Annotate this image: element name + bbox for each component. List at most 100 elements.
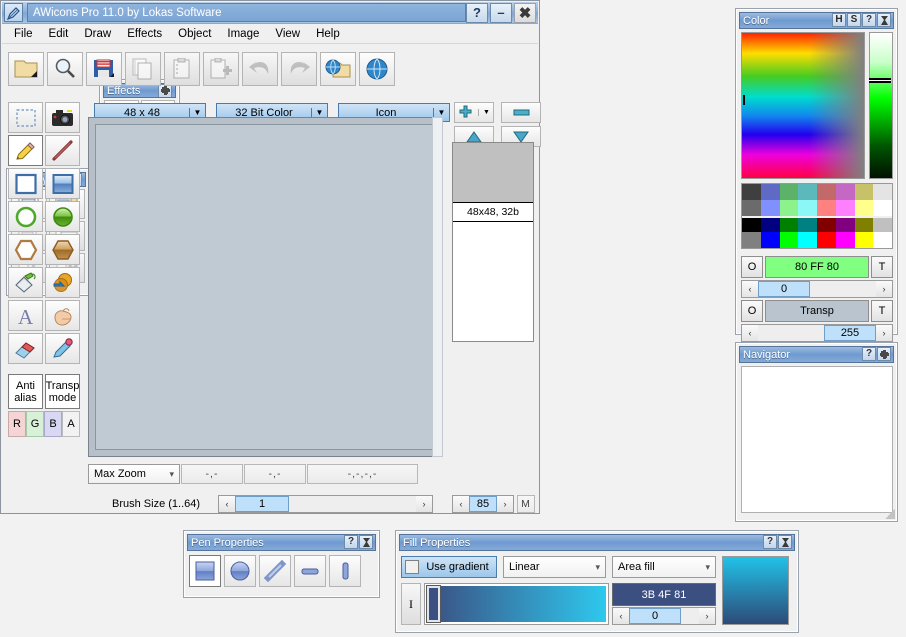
gradient-alpha-decrease[interactable]: ‹ xyxy=(613,608,629,624)
canvas-surface[interactable] xyxy=(95,124,436,450)
navigator-preview[interactable] xyxy=(741,366,893,513)
gradient-alpha-track[interactable]: 0 xyxy=(629,608,699,624)
menu-item-view[interactable]: View xyxy=(267,26,308,42)
pen-help-button[interactable]: ? xyxy=(344,535,358,549)
transp-mode-toggle[interactable]: Transp mode xyxy=(45,374,80,409)
brush-size-slider[interactable]: ‹ 1 › xyxy=(218,495,433,513)
tool-color-replace-tool[interactable] xyxy=(45,267,80,298)
color-luminance-bar[interactable] xyxy=(869,32,893,179)
tool-ellipse-filled-tool[interactable] xyxy=(45,201,80,232)
tool-fill-bucket-tool[interactable] xyxy=(8,267,43,298)
color-swatch[interactable] xyxy=(873,232,892,248)
tool-camera-capture-tool[interactable] xyxy=(45,102,80,133)
toolbar-zoom-icon[interactable] xyxy=(47,52,83,86)
opacity-mode-button[interactable]: M xyxy=(517,495,535,513)
minimize-button[interactable]: – xyxy=(490,3,512,23)
gradient-stop-handle[interactable] xyxy=(427,586,440,622)
menu-item-help[interactable]: Help xyxy=(308,26,348,42)
tool-select-rectangle-tool[interactable] xyxy=(8,102,43,133)
opacity-track[interactable]: 85 xyxy=(469,496,497,512)
background-opaque-button[interactable]: O xyxy=(741,300,763,322)
background-alpha-increase[interactable]: › xyxy=(876,325,892,341)
tool-smudge-tool[interactable] xyxy=(45,300,80,331)
tool-eraser-tool[interactable] xyxy=(8,333,43,364)
tool-ellipse-outline-tool[interactable] xyxy=(8,201,43,232)
zoom-combo[interactable]: Max Zoom ▾ xyxy=(88,464,180,484)
menu-item-object[interactable]: Object xyxy=(170,26,219,42)
brush-slider-track[interactable]: 1 xyxy=(235,496,416,512)
color-swatch[interactable] xyxy=(855,200,874,216)
color-swatch[interactable] xyxy=(780,216,799,232)
pen-shape-pen-square-shape[interactable] xyxy=(189,555,221,587)
color-swatches[interactable] xyxy=(741,183,893,249)
toolbar-paste-new-icon[interactable] xyxy=(203,52,239,86)
toolbar-web-folder-icon[interactable] xyxy=(320,52,356,86)
toolbar-paste-icon[interactable] xyxy=(164,52,200,86)
fill-help-button[interactable]: ? xyxy=(763,535,777,549)
color-swatch[interactable] xyxy=(855,184,874,200)
toolbar-copy-icon[interactable] xyxy=(125,52,161,86)
canvas-area[interactable] xyxy=(88,117,443,457)
toolbar-open-folder-icon[interactable] xyxy=(8,52,44,86)
anti-alias-toggle[interactable]: Anti alias xyxy=(8,374,43,409)
channel-toggle-a[interactable]: A xyxy=(62,411,80,437)
foreground-alpha-slider[interactable]: ‹ 0 › xyxy=(741,280,893,298)
canvas-vertical-scrollbar[interactable] xyxy=(432,117,443,457)
brush-increase-button[interactable]: › xyxy=(416,496,432,512)
toolbar-redo-icon[interactable] xyxy=(281,52,317,86)
opacity-spinner[interactable]: ‹ 85 › xyxy=(452,495,514,513)
foreground-opaque-button[interactable]: O xyxy=(741,256,763,278)
color-swatch[interactable] xyxy=(761,216,780,232)
color-titlebar[interactable]: Color H S ? xyxy=(739,12,894,29)
foreground-alpha-increase[interactable]: › xyxy=(876,281,892,297)
remove-frame-button[interactable] xyxy=(501,102,541,123)
background-alpha-slider[interactable]: ‹ 255 › xyxy=(741,324,893,342)
color-swatch[interactable] xyxy=(780,200,799,216)
add-frame-button[interactable]: ▼ xyxy=(454,102,494,123)
fill-collapse-button[interactable] xyxy=(778,535,792,549)
color-swatch[interactable] xyxy=(855,232,874,248)
gradient-stop-color[interactable]: 3B 4F 81 xyxy=(612,583,716,606)
color-swatch[interactable] xyxy=(798,200,817,216)
menu-item-edit[interactable]: Edit xyxy=(41,26,77,42)
tool-text-tool[interactable]: A xyxy=(8,300,43,331)
pen-titlebar[interactable]: Pen Properties ? xyxy=(187,534,376,551)
tool-rectangle-filled-tool[interactable] xyxy=(45,168,80,199)
foreground-alpha-decrease[interactable]: ‹ xyxy=(742,281,758,297)
color-swatch[interactable] xyxy=(873,184,892,200)
gradient-stop-alpha-slider[interactable]: ‹ 0 › xyxy=(612,607,716,625)
add-frame-chevron-down-icon[interactable]: ▼ xyxy=(478,109,490,116)
menu-item-draw[interactable]: Draw xyxy=(76,26,119,42)
color-swatch[interactable] xyxy=(798,216,817,232)
background-transparent-button[interactable]: T xyxy=(871,300,893,322)
color-swatch[interactable] xyxy=(836,184,855,200)
background-color-value[interactable]: Transp xyxy=(765,300,869,322)
color-swatch[interactable] xyxy=(798,184,817,200)
background-alpha-thumb[interactable]: 255 xyxy=(824,325,876,341)
toolbar-globe-icon[interactable] xyxy=(359,52,395,86)
color-swatch[interactable] xyxy=(855,216,874,232)
gradient-type-combo[interactable]: Linear ▾ xyxy=(503,556,606,578)
color-swatch[interactable] xyxy=(817,184,836,200)
menu-item-file[interactable]: File xyxy=(6,26,41,42)
color-swatch[interactable] xyxy=(742,216,761,232)
color-swatch[interactable] xyxy=(761,200,780,216)
color-swatch[interactable] xyxy=(836,216,855,232)
color-swatch[interactable] xyxy=(817,232,836,248)
menu-item-image[interactable]: Image xyxy=(219,26,267,42)
tool-line-tool[interactable] xyxy=(45,135,80,166)
pen-shape-pen-vertical-shape[interactable] xyxy=(329,555,361,587)
channel-toggle-g[interactable]: G xyxy=(26,411,44,437)
foreground-color-value[interactable]: 80 FF 80 xyxy=(765,256,869,278)
tool-polygon-filled-tool[interactable] xyxy=(45,234,80,265)
pen-shape-pen-horizontal-shape[interactable] xyxy=(294,555,326,587)
pen-collapse-button[interactable] xyxy=(359,535,373,549)
color-swatch[interactable] xyxy=(742,232,761,248)
color-swatch[interactable] xyxy=(836,200,855,216)
frames-list[interactable]: 48x48, 32b xyxy=(452,142,534,342)
frame-list-item[interactable]: 48x48, 32b xyxy=(453,143,533,222)
brush-decrease-button[interactable]: ‹ xyxy=(219,496,235,512)
navigator-titlebar[interactable]: Navigator ? xyxy=(739,346,894,363)
gradient-ramp[interactable] xyxy=(424,583,609,625)
color-swatch[interactable] xyxy=(817,216,836,232)
